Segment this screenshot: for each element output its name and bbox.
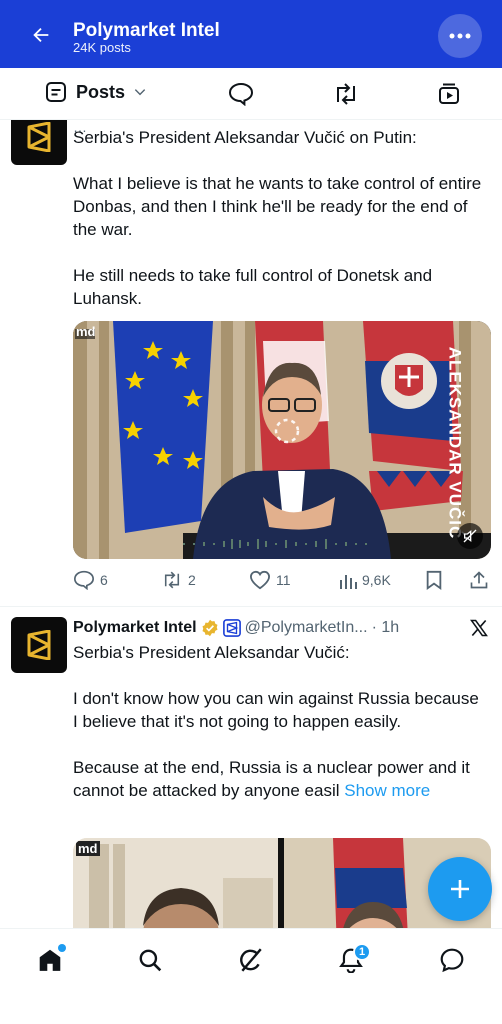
nav-home[interactable] bbox=[28, 943, 72, 977]
plus-icon bbox=[451, 880, 469, 898]
content-tab-bar: Posts bbox=[0, 68, 502, 120]
x-logo-icon[interactable] bbox=[469, 618, 489, 638]
video-player[interactable]: md ALEKSANDAR VUČIĆ bbox=[73, 321, 491, 559]
tweet-paragraph: Serbia's President Aleksandar Vučić on P… bbox=[73, 128, 417, 147]
analytics-icon bbox=[340, 575, 357, 589]
more-dots-icon bbox=[449, 33, 471, 39]
chevron-down-icon bbox=[134, 89, 146, 96]
repost-count: 2 bbox=[188, 572, 196, 588]
reply-bubble-icon bbox=[228, 82, 254, 107]
nav-grok[interactable] bbox=[229, 943, 273, 977]
profile-header: Polymarket Intel 24K posts bbox=[0, 0, 502, 68]
tab-posts-label: Posts bbox=[76, 81, 126, 102]
share-icon bbox=[470, 571, 488, 589]
tweet-text: Serbia's President Aleksandar Vučić on P… bbox=[73, 126, 485, 333]
back-button[interactable] bbox=[24, 18, 58, 52]
avatar[interactable] bbox=[11, 617, 67, 673]
post-count: 24K posts bbox=[73, 40, 131, 55]
tweet-paragraph: He still needs to take full control of D… bbox=[73, 266, 433, 308]
broadcaster-logo: md bbox=[76, 324, 96, 339]
tab-replies[interactable] bbox=[228, 82, 254, 111]
nav-search[interactable] bbox=[128, 943, 172, 977]
video-caption: ALEKSANDAR VUČIĆ bbox=[445, 346, 465, 540]
video-frame bbox=[73, 321, 491, 559]
compose-post-button[interactable] bbox=[428, 857, 492, 921]
tweet-paragraph: What I believe is that he wants to take … bbox=[73, 174, 482, 239]
grok-icon bbox=[240, 948, 262, 972]
repost-icon bbox=[337, 83, 355, 105]
video-play-icon bbox=[439, 83, 459, 104]
avatar[interactable] bbox=[11, 120, 67, 165]
posts-icon bbox=[46, 82, 66, 102]
tweet-paragraph: Because at the end, Russia is a nuclear … bbox=[73, 756, 485, 802]
profile-name: Polymarket Intel bbox=[73, 20, 220, 41]
reply-button[interactable]: 6 bbox=[73, 566, 108, 594]
reply-icon bbox=[73, 570, 95, 590]
tweet-actions: 6 2 11 9,6K bbox=[73, 566, 491, 594]
tweet-time: · 1h bbox=[371, 619, 400, 636]
audio-waveform bbox=[183, 539, 367, 549]
like-button[interactable]: 11 bbox=[249, 566, 291, 594]
home-unread-dot bbox=[58, 944, 66, 952]
reply-count: 6 bbox=[100, 572, 108, 588]
bottom-navigation: 1 bbox=[0, 928, 502, 1024]
tab-posts[interactable]: Posts bbox=[44, 80, 147, 104]
like-count: 11 bbox=[276, 572, 291, 588]
polymarket-logo-icon bbox=[27, 122, 51, 152]
author-handle[interactable]: @PolymarketIn... bbox=[245, 619, 368, 637]
verified-badge-icon bbox=[202, 619, 218, 637]
tweet-paragraph: Serbia's President Aleksandar Vučić: bbox=[73, 643, 350, 662]
affiliate-badge-icon bbox=[222, 619, 241, 637]
bookmark-button[interactable] bbox=[425, 566, 443, 594]
arrow-left-icon bbox=[33, 27, 49, 43]
tweet-paragraph: I don't know how you can win against Rus… bbox=[73, 689, 479, 731]
tab-reposts[interactable] bbox=[332, 82, 360, 111]
search-icon bbox=[139, 949, 162, 972]
repost-icon bbox=[164, 571, 180, 589]
heart-icon bbox=[249, 570, 271, 590]
repost-button[interactable]: 2 bbox=[161, 566, 196, 594]
author-name[interactable]: Polymarket Intel bbox=[73, 619, 197, 637]
broadcaster-logo: md bbox=[76, 841, 100, 856]
views-button[interactable]: 9,6K bbox=[339, 566, 391, 594]
more-options-button[interactable] bbox=[438, 14, 482, 58]
tweet-header: Polymarket Intel @PolymarketIn... · 1h bbox=[73, 617, 491, 639]
show-more-link[interactable]: Show more bbox=[344, 781, 430, 800]
muted-speaker-icon bbox=[463, 529, 477, 543]
nav-messages[interactable] bbox=[430, 943, 474, 977]
timeline-feed[interactable]: … Serbia's President Aleksandar Vučić on… bbox=[0, 120, 502, 928]
mute-button[interactable] bbox=[457, 523, 483, 549]
view-count: 9,6K bbox=[362, 572, 391, 588]
tab-media[interactable] bbox=[437, 82, 461, 111]
tweet-divider bbox=[0, 606, 502, 607]
notification-badge: 1 bbox=[353, 943, 371, 961]
chat-bubble-icon bbox=[440, 948, 464, 973]
bookmark-icon bbox=[426, 570, 442, 590]
tweet-text: Serbia's President Aleksandar Vučić: I d… bbox=[73, 641, 485, 802]
share-button[interactable] bbox=[469, 566, 489, 594]
polymarket-logo-icon bbox=[27, 630, 51, 660]
nav-notifications[interactable]: 1 bbox=[329, 943, 373, 977]
